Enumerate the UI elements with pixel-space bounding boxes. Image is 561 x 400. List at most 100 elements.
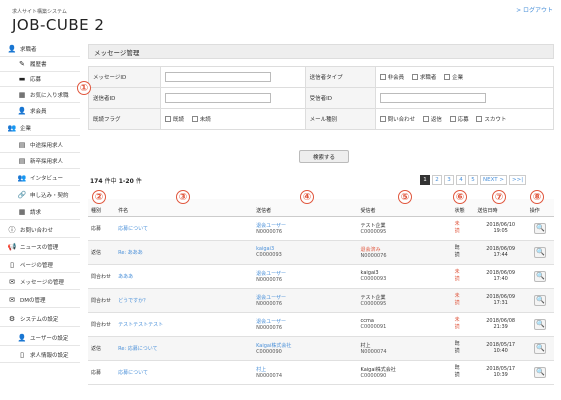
pencil-icon: ✎ (19, 60, 25, 68)
checkbox-label: 返信 (430, 116, 442, 123)
search-icon: 🔍 (536, 344, 545, 352)
cell-receiver: 退会済み N0000076 (357, 240, 452, 265)
sender-link[interactable]: 退会ユーザー (256, 319, 286, 325)
message-id-cell (160, 66, 306, 88)
cell-subject: 応募について (115, 216, 254, 241)
sidebar-item[interactable]: ✉ メッセージの管理 (0, 275, 80, 290)
sender-id: N0000076 (256, 324, 283, 331)
cell-type: 問合わせ (88, 264, 116, 289)
view-button[interactable]: 🔍 (534, 342, 547, 354)
subject-link[interactable]: テストテストテスト (118, 322, 163, 328)
header: 求人サイト構築システム JOB-CUBE 2 > ログアウト (0, 0, 561, 38)
sidebar-item-label: ニュースの管理 (20, 245, 59, 251)
checkbox[interactable] (165, 115, 171, 122)
view-button[interactable]: 🔍 (534, 222, 547, 234)
sidebar-item[interactable]: ▬ 応募 (0, 72, 80, 87)
checkbox[interactable] (444, 73, 451, 80)
checkbox[interactable] (449, 115, 456, 122)
sidebar-item[interactable]: ▦ 請求 (0, 205, 80, 220)
sidebar-item[interactable]: ▯ ページの管理 (0, 258, 80, 273)
page-link[interactable]: NEXT > (480, 175, 507, 185)
page-link[interactable]: >>| (508, 175, 527, 185)
sidebar-item[interactable]: 👥 企業 (0, 121, 80, 136)
info-icon: ⓘ (8, 226, 16, 234)
sender-link[interactable]: 退会ユーザー (256, 223, 286, 229)
cell-receiver: テスト企業 C0000095 (357, 288, 452, 313)
checkbox-label: 問い合わせ (387, 116, 416, 123)
mail-type-scout[interactable]: スカウト (476, 115, 506, 123)
sidebar-item[interactable]: ▤ 中途採用求人 (0, 138, 80, 153)
result-total: 174 (90, 178, 103, 185)
cell-sender: 退会ユーザー N0000076 (253, 312, 358, 337)
subject-link[interactable]: あああ (118, 274, 133, 280)
sidebar-item[interactable]: ▦ お気に入り求職 (0, 88, 80, 103)
page-link[interactable]: 3 (444, 175, 454, 185)
subject-link[interactable]: 応募について (118, 370, 148, 376)
logout-link[interactable]: > ログアウト (516, 5, 553, 14)
mail-type-apply[interactable]: 応募 (449, 115, 469, 123)
sidebar-item[interactable]: 👤 求職者 (0, 42, 80, 57)
view-button[interactable]: 🔍 (534, 318, 547, 330)
sidebar-item[interactable]: ▤ 新卒採用求人 (0, 154, 80, 169)
page-link[interactable]: 4 (456, 175, 466, 185)
receiver-id: C0000091 (360, 324, 387, 330)
checkbox[interactable] (379, 73, 386, 80)
mail-type-inquiry[interactable]: 問い合わせ (379, 115, 416, 123)
mail-type-reply[interactable]: 返信 (422, 115, 442, 123)
table-row: 返信 Re: 応募について Kaigai株式会社 C0000090 村上 N0000074… (88, 336, 554, 361)
checkbox[interactable] (191, 115, 198, 122)
view-button[interactable]: 🔍 (534, 270, 547, 282)
subject-link[interactable]: Re: 応募について (118, 346, 157, 352)
result-count: 174 件中 1-20 件 (90, 176, 142, 185)
sidebar-item[interactable]: 👥 インタビュー (0, 171, 80, 186)
page-link[interactable]: 1 (420, 175, 430, 185)
sender-link[interactable]: 退会ユーザー (256, 271, 286, 277)
marker-7: ⑦ (492, 190, 506, 204)
sender-id-input[interactable] (165, 93, 271, 103)
sidebar-item[interactable]: ⚙ システムの設定 (0, 312, 80, 327)
message-id-input[interactable] (165, 72, 271, 82)
checkbox[interactable] (422, 115, 429, 122)
sidebar-item-label: システムの設定 (20, 317, 59, 323)
sidebar-item[interactable]: 👤 ユーザーの設定 (0, 331, 80, 346)
sidebar-item[interactable]: ✉ DMの管理 (0, 293, 80, 308)
view-button[interactable]: 🔍 (534, 246, 547, 258)
sender-type-company[interactable]: 企業 (444, 73, 463, 81)
page-link[interactable]: 2 (432, 175, 442, 185)
checkbox-label: 非会員 (387, 74, 405, 81)
sidebar-item[interactable]: 📢 ニュースの管理 (0, 240, 80, 255)
page-link[interactable]: 5 (468, 175, 478, 185)
checkbox[interactable] (411, 73, 418, 80)
sender-link[interactable]: 村上 (256, 367, 266, 373)
sidebar-item-label: 新卒採用求人 (30, 159, 64, 165)
cell-subject: Re: 応募について (115, 336, 254, 361)
table-row: 応募 応募について 村上 N0000074 Kaigai株式会社 C0000090 既読 20… (88, 360, 554, 385)
subject-link[interactable]: どうですか？ (118, 298, 148, 304)
sidebar-item[interactable]: ⓘ お問い合わせ (0, 223, 80, 238)
gift-icon: ▦ (18, 91, 26, 99)
cell-sender: 退会ユーザー N0000076 (253, 288, 358, 313)
sender-type-nonmember[interactable]: 非会員 (379, 73, 405, 81)
sidebar-item[interactable]: ▯ 求人情報の設定 (0, 348, 80, 363)
sidebar-item[interactable]: 🔗 申し込み・契約 (0, 188, 80, 203)
checkbox[interactable] (476, 115, 483, 122)
receiver-id-input[interactable] (379, 93, 486, 103)
subject-link[interactable]: Re: あああ (118, 250, 143, 256)
search-button[interactable]: 検索する (299, 150, 349, 163)
marker-8: ⑧ (530, 190, 544, 204)
sidebar-item-label: 応募 (30, 77, 42, 83)
view-button[interactable]: 🔍 (534, 294, 547, 306)
view-button[interactable]: 🔍 (534, 366, 547, 378)
cell-status: 未読 (451, 288, 475, 313)
sender-link[interactable]: 退会ユーザー (256, 295, 286, 301)
status-badge: 未読 (454, 269, 460, 282)
sidebar-item[interactable]: ✎ 履歴書 (0, 57, 80, 72)
subject-link[interactable]: 応募について (118, 226, 148, 232)
sender-link[interactable]: Kaigai株式会社 (256, 343, 291, 349)
checkbox[interactable] (379, 115, 386, 122)
sidebar-item[interactable]: 👤 求会員 (0, 104, 80, 119)
receiver-id: N0000074 (360, 348, 387, 355)
sender-type-jobseeker[interactable]: 求職者 (411, 73, 436, 81)
read-flag-unread[interactable]: 未読 (191, 115, 211, 123)
read-flag-read[interactable]: 既読 (165, 115, 184, 123)
